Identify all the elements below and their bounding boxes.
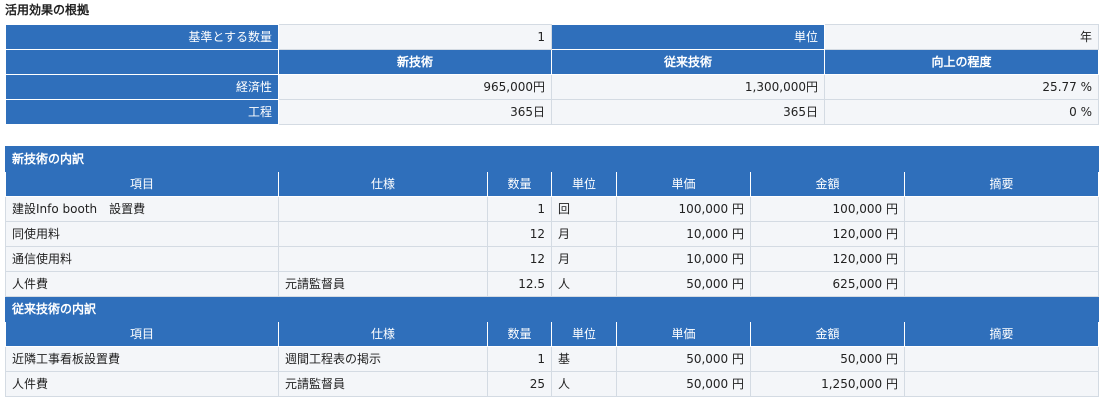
cell-spec bbox=[278, 246, 488, 272]
col-unit-price: 単価 bbox=[616, 171, 751, 197]
cell-amount: 1,250,000 円 bbox=[750, 371, 905, 397]
table-row: 人件費 元請監督員 12.5 人 50,000 円 625,000 円 bbox=[5, 271, 1100, 297]
col-unit-price: 単価 bbox=[616, 321, 751, 347]
column-header-row: 項目 仕様 数量 単位 単価 金額 摘要 bbox=[5, 171, 1100, 197]
cell-unit: 人 bbox=[551, 271, 617, 297]
summary-header-blank bbox=[5, 49, 279, 75]
col-qty: 数量 bbox=[487, 321, 552, 347]
cell-unit-price: 100,000 円 bbox=[616, 196, 751, 222]
cell-item: 近隣工事看板設置費 bbox=[5, 346, 279, 372]
table-row: 近隣工事看板設置費 週間工程表の掲示 1 基 50,000 円 50,000 円 bbox=[5, 346, 1100, 372]
section-title-old-tech: 従来技術の内訳 bbox=[4, 296, 1100, 322]
cell-note bbox=[903, 371, 1100, 397]
basis-value: 1 bbox=[278, 24, 552, 50]
cell-qty: 12 bbox=[487, 221, 552, 247]
table-row: 建設Info booth 設置費 1 回 100,000 円 100,000 円 bbox=[5, 196, 1100, 222]
cell-qty: 1 bbox=[487, 346, 552, 372]
col-note: 摘要 bbox=[903, 171, 1100, 197]
col-qty: 数量 bbox=[487, 171, 552, 197]
cell-unit-price: 50,000 円 bbox=[616, 271, 751, 297]
cell-unit-price: 50,000 円 bbox=[616, 346, 751, 372]
cell-unit: 月 bbox=[551, 246, 617, 272]
summary-header-row: 新技術 従来技術 向上の程度 bbox=[5, 49, 1099, 75]
cell-amount: 50,000 円 bbox=[750, 346, 905, 372]
header-old-tech: 従来技術 bbox=[551, 49, 825, 75]
table-row: 同使用料 12 月 10,000 円 120,000 円 bbox=[5, 221, 1100, 247]
cell-note bbox=[903, 271, 1100, 297]
cell-spec: 元請監督員 bbox=[278, 271, 488, 297]
unit-label: 単位 bbox=[551, 24, 825, 50]
cell-unit-price: 10,000 円 bbox=[616, 246, 751, 272]
breakdown-table: 新技術の内訳 項目 仕様 数量 単位 単価 金額 摘要 建設Info booth… bbox=[4, 146, 1100, 397]
improvement-value: 0 % bbox=[824, 99, 1099, 125]
summary-basis-row: 基準とする数量 1 単位 年 bbox=[5, 24, 1099, 50]
section-header-old-tech: 従来技術の内訳 bbox=[4, 296, 1100, 322]
cell-note bbox=[903, 246, 1100, 272]
col-spec: 仕様 bbox=[278, 171, 488, 197]
table-row: 通信使用料 12 月 10,000 円 120,000 円 bbox=[5, 246, 1100, 272]
improvement-value: 25.77 % bbox=[824, 74, 1099, 100]
row-label: 経済性 bbox=[5, 74, 279, 100]
col-amount: 金額 bbox=[750, 171, 905, 197]
col-unit: 単位 bbox=[551, 321, 617, 347]
cell-qty: 12.5 bbox=[487, 271, 552, 297]
cell-unit-price: 50,000 円 bbox=[616, 371, 751, 397]
col-note: 摘要 bbox=[903, 321, 1100, 347]
unit-value: 年 bbox=[824, 24, 1099, 50]
page-title: 活用効果の根拠 bbox=[5, 3, 90, 17]
cell-qty: 25 bbox=[487, 371, 552, 397]
summary-row-schedule: 工程 365日 365日 0 % bbox=[5, 99, 1099, 125]
basis-label: 基準とする数量 bbox=[5, 24, 279, 50]
cell-note bbox=[903, 196, 1100, 222]
header-improvement: 向上の程度 bbox=[824, 49, 1099, 75]
cell-spec: 元請監督員 bbox=[278, 371, 488, 397]
section-title-new-tech: 新技術の内訳 bbox=[4, 146, 1100, 172]
new-value: 965,000円 bbox=[278, 74, 552, 100]
cell-note bbox=[903, 346, 1100, 372]
cell-amount: 625,000 円 bbox=[750, 271, 905, 297]
cell-unit: 月 bbox=[551, 221, 617, 247]
summary-table: 基準とする数量 1 単位 年 新技術 従来技術 向上の程度 経済性 965,00… bbox=[5, 24, 1099, 125]
cell-amount: 120,000 円 bbox=[750, 246, 905, 272]
cell-unit-price: 10,000 円 bbox=[616, 221, 751, 247]
cell-item: 通信使用料 bbox=[5, 246, 279, 272]
cell-item: 同使用料 bbox=[5, 221, 279, 247]
old-value: 365日 bbox=[551, 99, 825, 125]
cell-item: 建設Info booth 設置費 bbox=[5, 196, 279, 222]
cell-amount: 120,000 円 bbox=[750, 221, 905, 247]
new-value: 365日 bbox=[278, 99, 552, 125]
section-header-new-tech: 新技術の内訳 bbox=[4, 146, 1100, 172]
cell-note bbox=[903, 221, 1100, 247]
old-value: 1,300,000円 bbox=[551, 74, 825, 100]
column-header-row: 項目 仕様 数量 単位 単価 金額 摘要 bbox=[5, 321, 1100, 347]
cell-unit: 基 bbox=[551, 346, 617, 372]
col-item: 項目 bbox=[5, 321, 279, 347]
cell-unit: 回 bbox=[551, 196, 617, 222]
table-row: 人件費 元請監督員 25 人 50,000 円 1,250,000 円 bbox=[5, 371, 1100, 397]
col-amount: 金額 bbox=[750, 321, 905, 347]
cell-amount: 100,000 円 bbox=[750, 196, 905, 222]
cell-spec bbox=[278, 221, 488, 247]
cell-qty: 12 bbox=[487, 246, 552, 272]
row-label: 工程 bbox=[5, 99, 279, 125]
cell-item: 人件費 bbox=[5, 371, 279, 397]
header-new-tech: 新技術 bbox=[278, 49, 552, 75]
col-item: 項目 bbox=[5, 171, 279, 197]
cell-unit: 人 bbox=[551, 371, 617, 397]
cell-spec: 週間工程表の掲示 bbox=[278, 346, 488, 372]
cell-qty: 1 bbox=[487, 196, 552, 222]
cell-spec bbox=[278, 196, 488, 222]
col-spec: 仕様 bbox=[278, 321, 488, 347]
summary-row-economy: 経済性 965,000円 1,300,000円 25.77 % bbox=[5, 74, 1099, 100]
cell-item: 人件費 bbox=[5, 271, 279, 297]
col-unit: 単位 bbox=[551, 171, 617, 197]
